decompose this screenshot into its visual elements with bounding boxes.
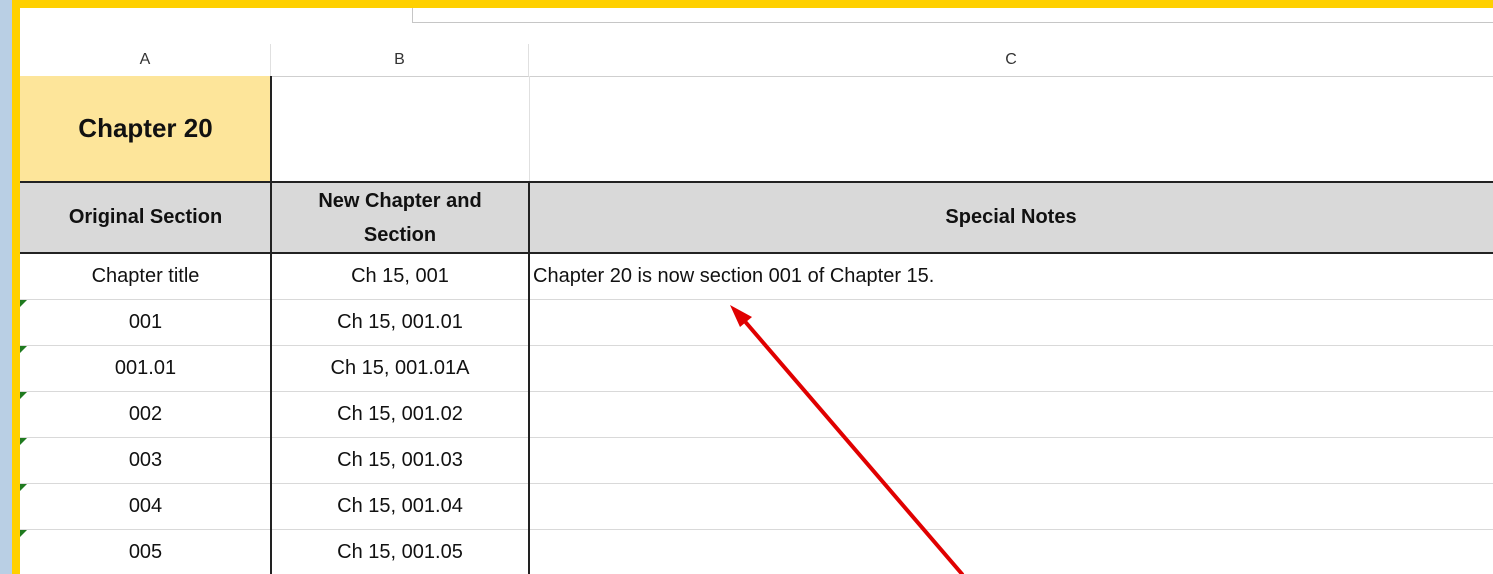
red-arrow-annotation-icon	[730, 305, 964, 574]
